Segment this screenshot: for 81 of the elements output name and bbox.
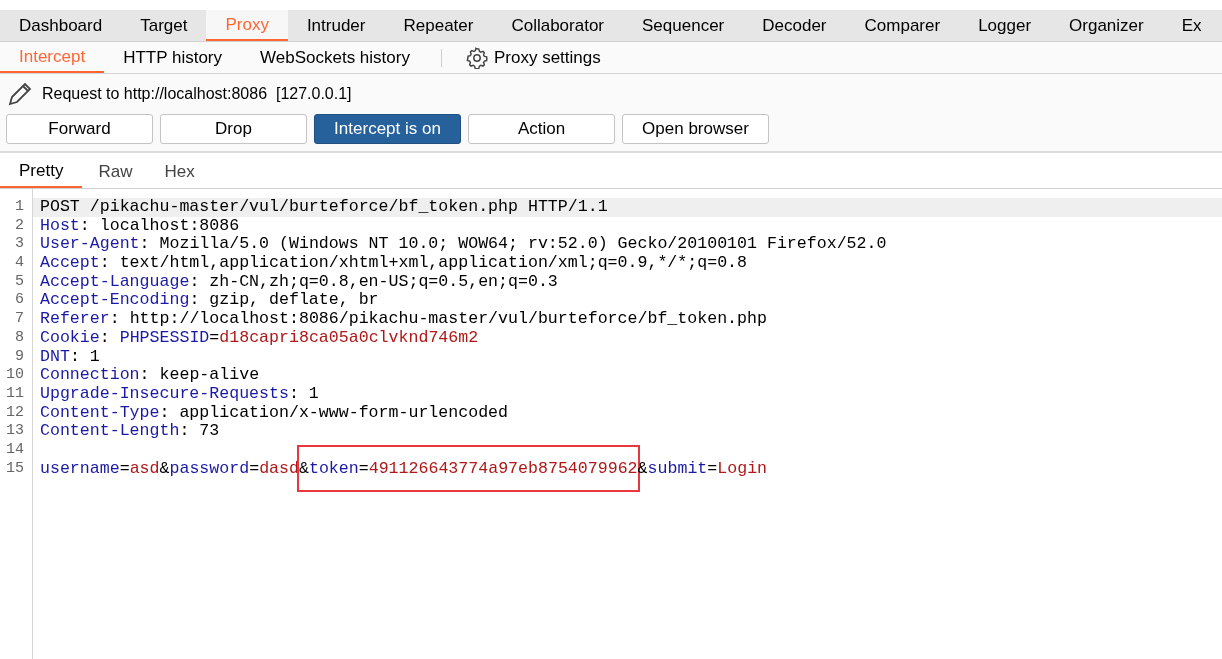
code-text: = bbox=[119, 458, 130, 478]
code-text: asd bbox=[129, 458, 160, 478]
code-text: Upgrade-Insecure-Requests bbox=[40, 383, 289, 403]
code-text: = bbox=[209, 327, 220, 347]
code-text: & bbox=[159, 458, 170, 478]
code-text: 491126643774a97eb8754079962 bbox=[368, 458, 638, 478]
code-text: & bbox=[298, 458, 309, 478]
code-text: : gzip, deflate, br bbox=[189, 290, 379, 310]
tab[interactable]: Intruder bbox=[287, 10, 385, 41]
code-text: Referer bbox=[40, 309, 110, 329]
code-text: : bbox=[99, 327, 111, 347]
line-number: 12 bbox=[5, 403, 24, 423]
code-text: d18capri8ca05a0clvknd746m2 bbox=[219, 327, 479, 347]
pencil-icon bbox=[6, 80, 34, 108]
code-text: token bbox=[308, 458, 359, 478]
code-text: : 1 bbox=[288, 383, 319, 403]
code-text: Content-Length bbox=[40, 421, 180, 441]
request-title: Request to http://localhost:8086 [127.0.0.1] bbox=[42, 84, 352, 104]
code-text: : 1 bbox=[69, 346, 100, 366]
line-number: 7 bbox=[14, 310, 24, 329]
tab[interactable]: Target bbox=[121, 10, 207, 41]
tab[interactable]: Repeater bbox=[384, 10, 493, 41]
line-number: 2 bbox=[14, 216, 24, 236]
toolbar-button[interactable]: Intercept is on bbox=[314, 114, 461, 144]
code-text: = bbox=[358, 458, 369, 478]
settings-icon bbox=[465, 46, 488, 69]
code-text: : 73 bbox=[179, 421, 220, 441]
code-text: Login bbox=[717, 458, 768, 478]
line-number: 15 bbox=[5, 459, 24, 479]
code-text: : text/html,application/xhtml+xml,application/xml;q=0.9,*/*;q=0.8 bbox=[99, 253, 747, 273]
tab[interactable]: WebSockets history bbox=[241, 42, 429, 73]
code-text: Cookie bbox=[40, 327, 100, 347]
code-text: : Mozilla/5.0 (Windows NT 10.0; WOW64; rv:52.0) Gecko/20100101 Firefox/52.0 bbox=[139, 234, 887, 254]
toolbar-button[interactable]: Action bbox=[468, 114, 615, 144]
line-number: 5 bbox=[14, 272, 24, 292]
view-tab[interactable]: Hex bbox=[148, 156, 211, 188]
code-text: submit bbox=[647, 458, 708, 478]
code-text: = bbox=[249, 458, 260, 478]
line-number: 1 bbox=[14, 198, 24, 217]
view-tab[interactable]: Pretty bbox=[0, 156, 83, 188]
line-number: 8 bbox=[14, 328, 24, 348]
proxy-settings-button[interactable]: Proxy settings bbox=[453, 42, 613, 73]
tab[interactable]: Ex bbox=[1162, 10, 1221, 41]
toolbar-button[interactable]: Open browser bbox=[622, 114, 769, 144]
line-number: 11 bbox=[5, 384, 24, 404]
toolbar-button[interactable]: Drop bbox=[160, 114, 307, 144]
line-number: 9 bbox=[14, 347, 24, 367]
tab[interactable]: Collaborator bbox=[492, 10, 624, 41]
toolbar-button[interactable]: Forward bbox=[6, 114, 153, 144]
code-text: Content-Type bbox=[40, 402, 160, 422]
code-text: : application/x-www-form-urlencoded bbox=[159, 402, 509, 422]
line-number: 14 bbox=[5, 440, 24, 460]
current-line-highlight: POST /pikachu-master/vul/burteforce/bf_token.php HTTP/1.1 bbox=[33, 198, 1222, 217]
tab[interactable]: Sequencer bbox=[623, 10, 744, 41]
line-number: 6 bbox=[14, 291, 24, 311]
code-text: : keep-alive bbox=[139, 365, 260, 385]
code-text: Connection bbox=[40, 365, 140, 385]
view-tab[interactable]: Raw bbox=[82, 156, 149, 188]
tab[interactable]: Comparer bbox=[845, 10, 960, 41]
tab[interactable]: Dashboard bbox=[0, 10, 122, 41]
code-text: : zh-CN,zh;q=0.8,en-US;q=0.5,en;q=0.3 bbox=[189, 271, 558, 291]
code-text: Accept-Encoding bbox=[40, 290, 190, 310]
code-text: PHPSESSID bbox=[119, 327, 210, 347]
code-text: Host bbox=[40, 215, 80, 235]
tab[interactable]: HTTP history bbox=[104, 42, 242, 73]
code-text: User-Agent bbox=[40, 234, 140, 254]
line-number: 4 bbox=[14, 254, 24, 273]
code-text: DNT bbox=[40, 346, 70, 366]
code-text: : localhost:8086 bbox=[79, 215, 240, 235]
code-text: = bbox=[707, 458, 718, 478]
line-number: 13 bbox=[5, 422, 24, 441]
code-text: : http://localhost:8086/pikachu-master/vul/burteforce/bf_token.php bbox=[109, 309, 767, 329]
tab[interactable]: Organizer bbox=[1050, 10, 1163, 41]
code-text: password bbox=[169, 458, 250, 478]
code-text: Accept bbox=[40, 253, 100, 273]
line-number: 10 bbox=[5, 366, 24, 385]
tab[interactable]: Decoder bbox=[743, 10, 846, 41]
line-number: 3 bbox=[14, 235, 24, 255]
code-text: username bbox=[40, 458, 120, 478]
code-text: Accept-Language bbox=[40, 271, 190, 291]
tab[interactable]: Logger bbox=[959, 10, 1051, 41]
